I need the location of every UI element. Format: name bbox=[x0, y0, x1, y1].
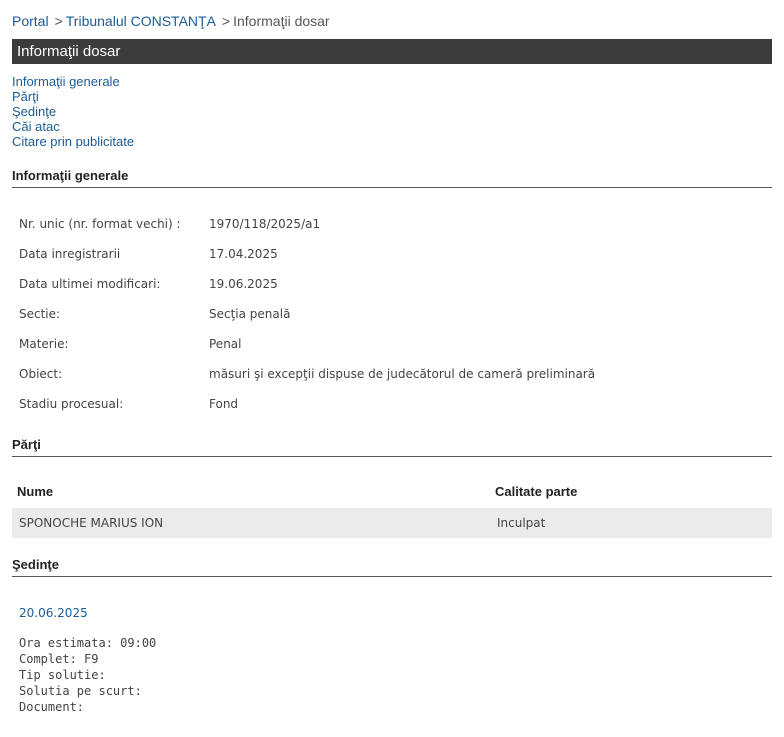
section-header-sessions: Şedinţe bbox=[12, 557, 772, 577]
party-name: SPONOCHE MARIUS ION bbox=[19, 516, 164, 530]
info-label: Stadiu procesual: bbox=[19, 397, 124, 411]
info-value: 1970/118/2025/a1 bbox=[209, 217, 321, 231]
column-header-name: Nume bbox=[17, 484, 54, 499]
anchor-link-parties[interactable]: Părţi bbox=[12, 89, 134, 104]
page-title: Informaţii dosar bbox=[12, 39, 772, 64]
session-detail-estimated-time: Ora estimata: 09:00 bbox=[19, 636, 157, 650]
info-label: Materie: bbox=[19, 337, 69, 351]
anchor-link-sessions[interactable]: Şedinţe bbox=[12, 104, 134, 119]
anchor-link-general-info[interactable]: Informaţii generale bbox=[12, 74, 134, 89]
section-anchor-links: Informaţii generale Părţi Şedinţe Căi at… bbox=[12, 74, 134, 149]
breadcrumb-separator: > bbox=[221, 13, 231, 29]
column-header-party-role: Calitate parte bbox=[495, 484, 578, 499]
parties-table-header: Nume Calitate parte bbox=[12, 478, 772, 506]
breadcrumb: Portal > Tribunalul CONSTANŢA > Informaţii d… bbox=[12, 13, 330, 29]
breadcrumb-current: Informaţii dosar bbox=[233, 13, 330, 29]
info-label: Obiect: bbox=[19, 367, 63, 381]
info-value: Fond bbox=[209, 397, 239, 411]
info-value: măsuri şi excepţii dispuse de judecătoru… bbox=[209, 367, 596, 381]
info-value: 17.04.2025 bbox=[209, 247, 278, 261]
section-header-parties: Părţi bbox=[12, 437, 772, 457]
table-row: SPONOCHE MARIUS ION Inculpat bbox=[12, 508, 772, 538]
session-detail-document: Document: bbox=[19, 700, 85, 714]
breadcrumb-portal-link[interactable]: Portal bbox=[12, 13, 49, 29]
info-value: Penal bbox=[209, 337, 242, 351]
session-detail-panel: Complet: F9 bbox=[19, 652, 99, 666]
session-detail-solution-type: Tip solutie: bbox=[19, 668, 106, 682]
session-detail-solution-summary: Solutia pe scurt: bbox=[19, 684, 142, 698]
session-date-link[interactable]: 20.06.2025 bbox=[19, 606, 88, 620]
info-label: Data inregistrarii bbox=[19, 247, 121, 261]
info-label: Sectie: bbox=[19, 307, 61, 321]
breadcrumb-separator: > bbox=[54, 13, 63, 29]
anchor-link-appeals[interactable]: Căi atac bbox=[12, 119, 134, 134]
session-details: Ora estimata: 09:00 Complet: F9 Tip solu… bbox=[19, 635, 156, 715]
info-label: Data ultimei modificari: bbox=[19, 277, 161, 291]
info-value: Secţia penală bbox=[209, 307, 291, 321]
info-value: 19.06.2025 bbox=[209, 277, 278, 291]
party-role: Inculpat bbox=[497, 516, 546, 530]
anchor-link-public-summons[interactable]: Citare prin publicitate bbox=[12, 134, 134, 149]
info-label: Nr. unic (nr. format vechi) : bbox=[19, 217, 181, 231]
breadcrumb-court-link[interactable]: Tribunalul CONSTANŢA bbox=[66, 13, 216, 29]
section-header-general-info: Informaţii generale bbox=[12, 168, 772, 188]
